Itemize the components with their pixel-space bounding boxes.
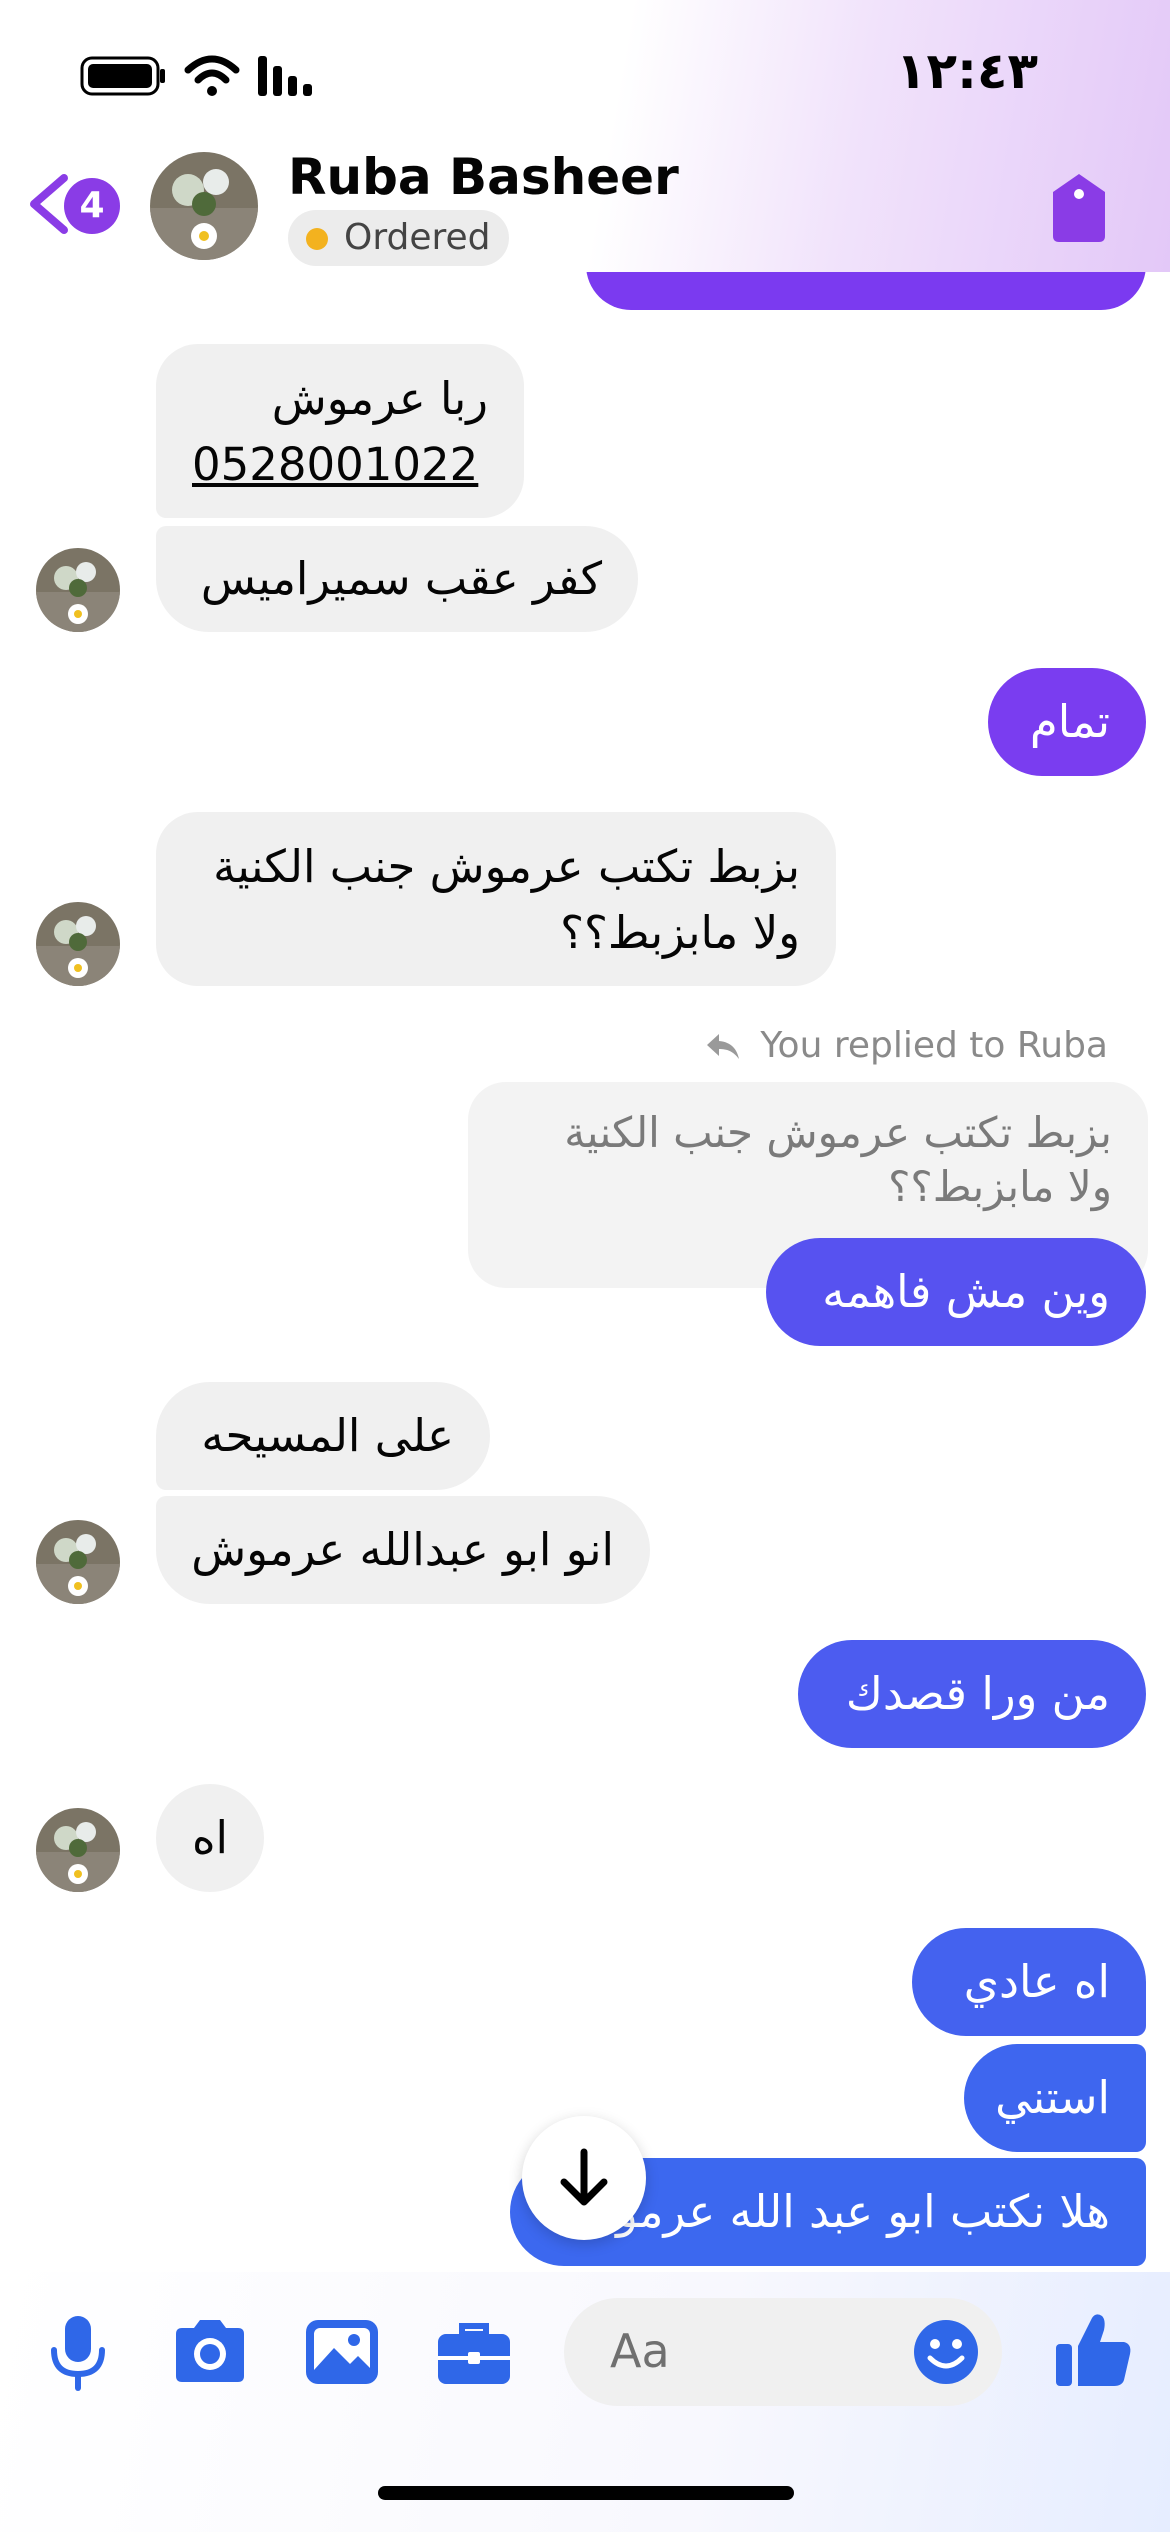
input-placeholder: Aa [610,2324,670,2378]
thumbs-up-icon[interactable] [1052,2308,1136,2392]
cellular-signal-icon [258,56,312,96]
message-text: بزبط تكتب عرموش جنب الكنية [213,840,800,893]
reply-context-label: You replied to Ruba [705,1025,1108,1066]
message-text: استني [995,2071,1110,2124]
message-bubble-incoming[interactable]: على المسيحه [156,1382,490,1490]
order-status-badge[interactable]: Ordered [288,210,509,266]
message-text: كفر عقب سميراميس [200,552,602,605]
message-bubble-incoming[interactable]: اه [156,1784,264,1892]
briefcase-icon[interactable] [434,2312,514,2392]
message-text: اه [191,1811,229,1864]
avatar[interactable] [36,548,120,632]
message-bubble-outgoing[interactable]: من ورا قصدك [798,1640,1146,1748]
message-text: انو ابو عبدالله عرموش [191,1523,614,1576]
avatar[interactable] [36,1808,120,1892]
phone-link[interactable]: 0528001022 [192,432,488,498]
gallery-icon[interactable] [302,2312,382,2392]
message-text: من ورا قصدك [845,1667,1110,1720]
status-dot-icon [306,228,328,250]
chat-header: ١٢:٤٣ 4 Ruba Basheer Ordered [0,0,1170,272]
contact-avatar[interactable] [150,152,258,260]
message-list[interactable]: ربا عرموش 0528001022 كفر عقب سميراميس تم… [0,0,1170,2270]
message-text: اه عادي [963,1955,1110,2008]
message-bubble-outgoing[interactable]: تمام [988,668,1146,776]
message-bubble-outgoing[interactable]: اه عادي [912,1928,1146,2036]
camera-icon[interactable] [170,2312,250,2392]
message-bubble-outgoing[interactable]: وين مش فاهمه [766,1238,1146,1346]
emoji-icon[interactable] [910,2316,982,2388]
message-text: وين مش فاهمه [822,1265,1110,1318]
message-bubble-outgoing[interactable]: استني [964,2044,1146,2152]
message-text: على المسيحه [201,1409,454,1462]
message-bubble-incoming[interactable]: بزبط تكتب عرموش جنب الكنية ولا مابزبط؟؟ [156,812,836,986]
avatar[interactable] [36,902,120,986]
wifi-icon [184,55,240,96]
message-bubble-incoming[interactable]: ربا عرموش 0528001022 [156,344,524,518]
microphone-icon[interactable] [38,2312,118,2392]
reply-arrow-icon [706,1034,739,1059]
message-input[interactable]: Aa [564,2298,1002,2406]
status-time: ١٢:٤٣ [895,42,1038,100]
message-text: ولا مابزبط؟؟ [560,906,800,959]
arrow-down-icon [560,2148,608,2206]
shopping-tag-icon[interactable] [1050,172,1108,244]
home-indicator[interactable] [378,2486,794,2500]
message-bubble-incoming[interactable]: كفر عقب سميراميس [156,526,638,632]
avatar[interactable] [36,1520,120,1604]
contact-name[interactable]: Ruba Basheer [288,148,679,206]
chat-screen: ربا عرموش 0528001022 كفر عقب سميراميس تم… [0,0,1170,2532]
unread-count-badge[interactable]: 4 [64,178,120,234]
scroll-to-bottom-button[interactable] [522,2116,646,2240]
message-text: ربا عرموش [271,372,488,425]
message-text: تمام [1029,695,1110,748]
message-bubble-incoming[interactable]: انو ابو عبدالله عرموش [156,1496,650,1604]
battery-icon [80,56,165,96]
